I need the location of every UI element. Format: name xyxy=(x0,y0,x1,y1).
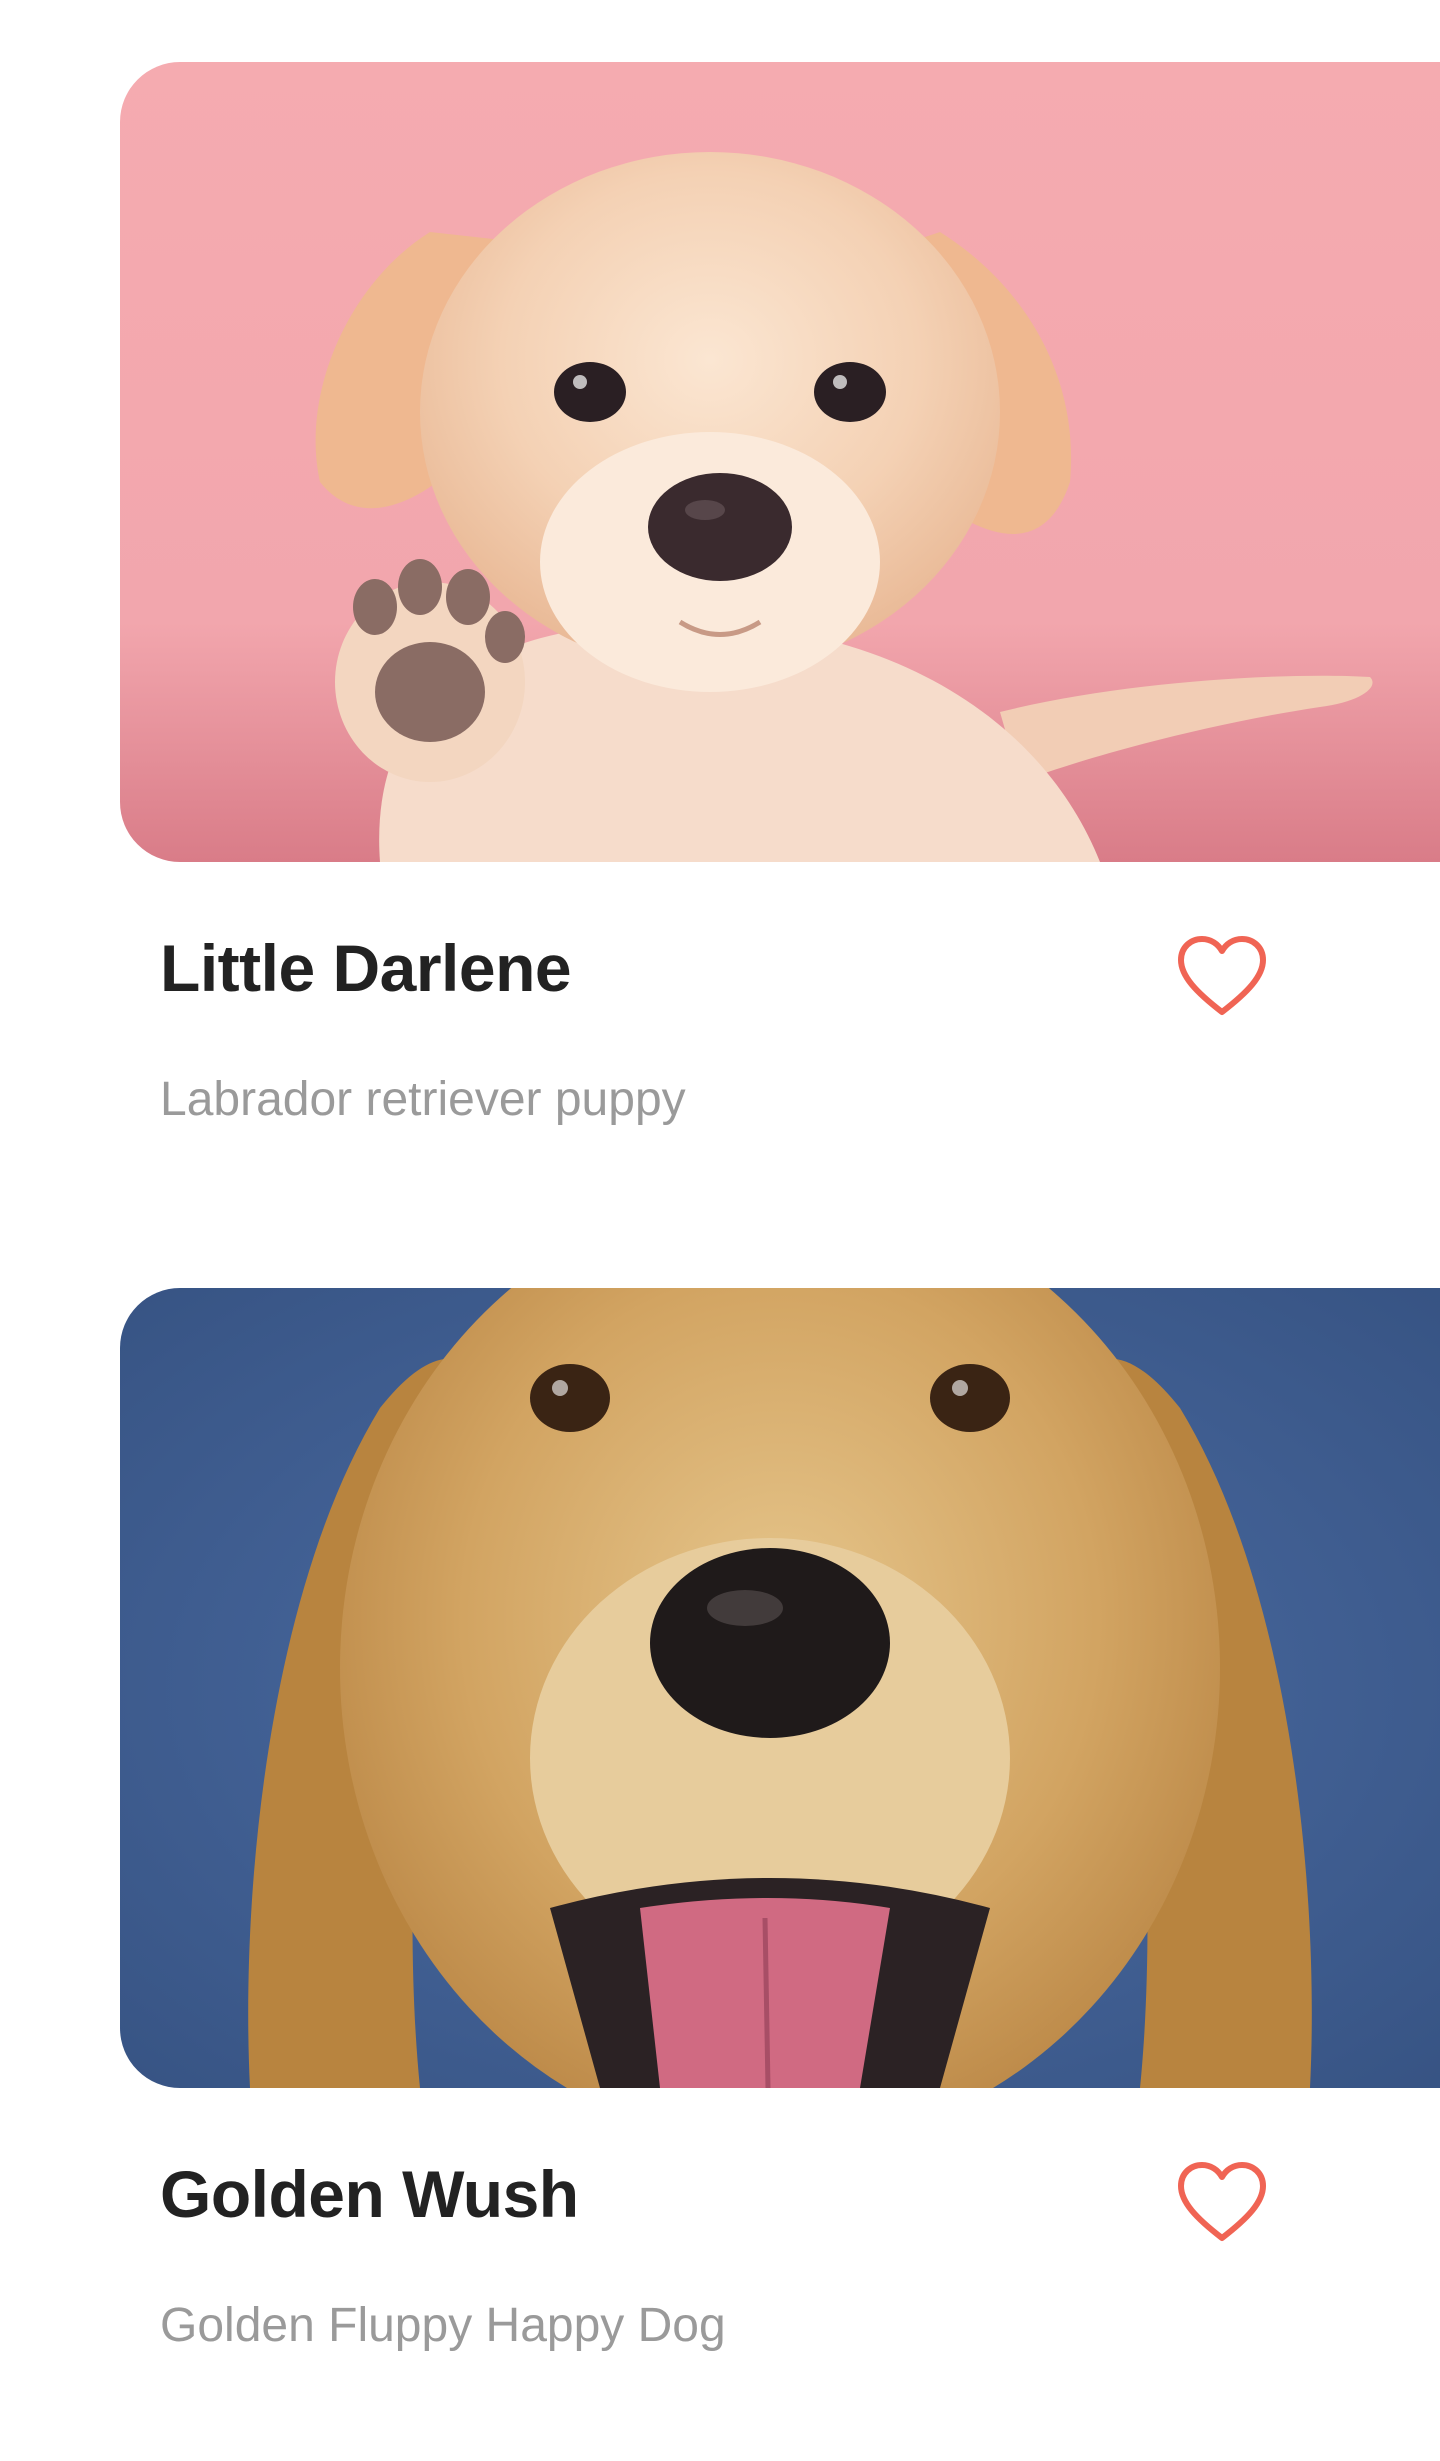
pet-photo[interactable] xyxy=(120,1288,1440,2088)
pet-description: Labrador retriever puppy xyxy=(160,1073,686,1126)
favorite-button[interactable] xyxy=(1170,928,1274,1024)
pet-name: Little Darlene xyxy=(160,931,572,1005)
heart-outline-icon xyxy=(1178,936,1266,1015)
heart-outline-icon xyxy=(1178,2162,1266,2241)
golden-retriever-illustration xyxy=(120,1288,1440,2088)
pet-feed: Little Darlene Labrador retriever puppy xyxy=(0,0,1440,2461)
labrador-puppy-illustration xyxy=(120,62,1440,862)
favorite-button[interactable] xyxy=(1170,2154,1274,2250)
pet-name: Golden Wush xyxy=(160,2157,579,2231)
pet-description: Golden Fluppy Happy Dog xyxy=(160,2299,726,2352)
pet-photo[interactable] xyxy=(120,62,1440,862)
